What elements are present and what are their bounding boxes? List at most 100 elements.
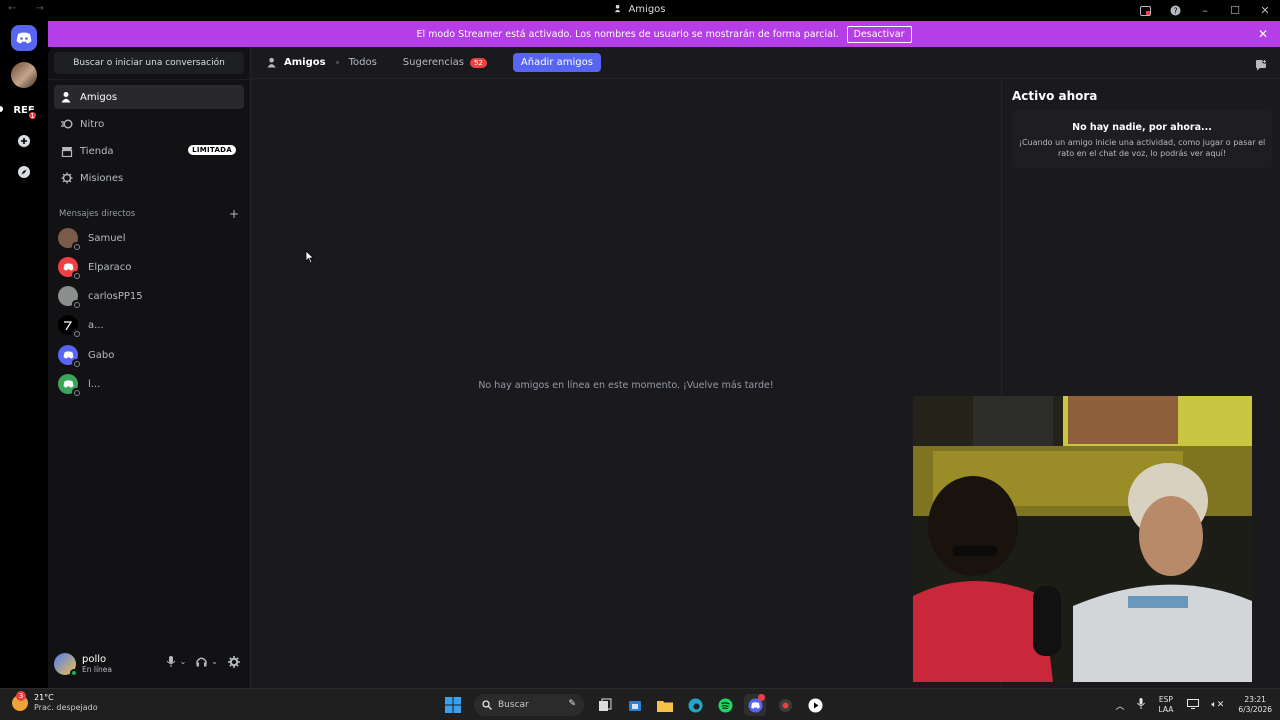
window-title: Amigos <box>0 4 1280 15</box>
friends-icon <box>267 57 276 68</box>
dm-item-carlospp15[interactable]: carlosPP15 <box>58 283 244 309</box>
dm-name: a... <box>88 319 104 331</box>
discord-home-button[interactable] <box>11 25 37 51</box>
mic-options-chevron-icon[interactable]: ⌄ <box>180 657 187 671</box>
language-code: ESP <box>1158 695 1173 704</box>
dm-item-a[interactable]: a... <box>58 312 244 338</box>
close-window-icon[interactable]: ✕ <box>1250 4 1280 17</box>
sidebar-item-label: Misiones <box>80 172 124 184</box>
svg-text:?: ? <box>1173 7 1177 16</box>
friends-icon <box>615 4 621 13</box>
weather-sun-icon: 3 <box>12 691 28 711</box>
sidebar-item-label: Nitro <box>80 118 105 130</box>
file-explorer-icon[interactable] <box>654 694 676 716</box>
suggestions-count-badge: 52 <box>469 57 487 68</box>
tray-microphone-icon[interactable] <box>1136 698 1145 712</box>
sidebar-item-nitro[interactable]: Nitro <box>54 112 244 136</box>
avatar <box>58 257 80 279</box>
discord-taskbar-icon[interactable] <box>744 694 766 716</box>
dm-item-gabo[interactable]: Gabo <box>58 342 244 368</box>
dm-name: Samuel <box>88 232 126 244</box>
inbox-icon[interactable] <box>1130 5 1160 16</box>
discord-logo-icon <box>63 263 73 271</box>
new-group-dm-icon[interactable] <box>1255 56 1267 75</box>
windows-start-icon[interactable] <box>442 694 464 716</box>
weather-widget[interactable]: 3 21°C Prac. despejado <box>12 691 98 713</box>
user-panel: pollo En línea ⌄ ⌄ <box>54 647 244 681</box>
offline-status-icon <box>72 359 80 367</box>
limited-tag: LIMITADA <box>188 145 236 155</box>
friends-header-title: Amigos <box>284 57 326 68</box>
avatar <box>58 374 80 396</box>
recording-app-icon[interactable] <box>774 694 796 716</box>
audio-options-chevron-icon[interactable]: ⌄ <box>211 657 218 671</box>
help-icon[interactable]: ? <box>1160 5 1190 16</box>
keyboard-layout: LAA <box>1158 705 1174 714</box>
spotify-icon[interactable] <box>714 694 736 716</box>
settings-gear-icon[interactable] <box>228 656 240 671</box>
media-player-icon[interactable] <box>804 694 826 716</box>
sidebar-item-quests[interactable]: Misiones <box>54 166 244 190</box>
direct-messages-label: Mensajes directos <box>59 209 136 219</box>
user-controls: ⌄ ⌄ <box>166 656 240 671</box>
offline-status-icon <box>72 242 80 250</box>
clock-date: 6/3/2026 <box>1238 705 1272 714</box>
offline-status-icon <box>72 388 80 396</box>
active-now-empty-card: No hay nadie, por ahora... ¡Cuando un am… <box>1012 110 1272 168</box>
user-avatar[interactable] <box>54 653 78 677</box>
add-server-button[interactable] <box>11 128 37 154</box>
windows-taskbar: 3 21°C Prac. despejado Buscar ✎ ︿ ESP LA… <box>0 688 1280 720</box>
microphone-icon[interactable] <box>166 656 176 671</box>
discord-app-window: ← → Amigos ? – ☐ ✕ REF 1 El modo Streame… <box>0 0 1280 688</box>
dm-name: carlosPP15 <box>88 290 143 302</box>
user-name: pollo <box>82 654 107 665</box>
sidebar-item-shop[interactable]: Tienda LIMITADA <box>54 139 244 163</box>
store-icon[interactable] <box>624 694 646 716</box>
user-info[interactable]: pollo En línea <box>82 654 112 674</box>
search-icon <box>482 700 492 710</box>
explore-button[interactable] <box>11 159 37 185</box>
tab-all[interactable]: Todos <box>349 57 377 68</box>
server-avatar[interactable] <box>11 62 37 88</box>
add-friend-button[interactable]: Añadir amigos <box>512 53 601 72</box>
window-controls: ? – ☐ ✕ <box>1130 0 1280 21</box>
taskbar-search-label: Buscar <box>498 700 529 710</box>
friends-top-bar: Amigos Todos Sugerencias 52 Añadir amigo… <box>251 47 1280 79</box>
plus-circle-icon <box>18 135 30 147</box>
compass-icon <box>18 166 30 178</box>
volume-muted-icon[interactable]: 🔈︎✕ <box>1211 700 1224 710</box>
avatar <box>58 228 80 250</box>
weather-alert-badge: 3 <box>16 691 26 701</box>
network-icon[interactable] <box>1187 698 1200 712</box>
sidebar-divider <box>48 79 250 80</box>
dm-item-l[interactable]: l... <box>58 371 244 397</box>
system-tray: ︿ ESP LAA 🔈︎✕ 23:21 6/3/2026 <box>1110 693 1280 717</box>
tab-suggestions[interactable]: Sugerencias 52 <box>403 57 487 68</box>
direct-messages-header: Mensajes directos + <box>59 207 239 221</box>
dm-name: Elparaco <box>88 261 132 273</box>
deactivate-streamer-button[interactable]: Desactivar <box>846 25 912 43</box>
maximize-icon[interactable]: ☐ <box>1220 4 1250 17</box>
offline-status-icon <box>72 300 80 308</box>
dm-item-elparaco[interactable]: Elparaco <box>58 254 244 280</box>
edge-browser-icon[interactable] <box>684 694 706 716</box>
taskbar-search-box[interactable]: Buscar ✎ <box>474 694 584 716</box>
active-now-empty-description: ¡Cuando un amigo inicie una actividad, c… <box>1018 138 1266 158</box>
dm-item-samuel[interactable]: Samuel <box>58 225 244 251</box>
sidebar-item-friends[interactable]: Amigos <box>54 85 244 109</box>
tray-overflow-chevron-icon[interactable]: ︿ <box>1116 699 1125 712</box>
title-bar: ← → Amigos ? – ☐ ✕ <box>0 0 1280 21</box>
task-view-icon[interactable] <box>594 694 616 716</box>
headphones-icon[interactable] <box>196 656 207 671</box>
keyboard-language[interactable]: ESP LAA <box>1159 695 1174 715</box>
webcam-overlay <box>913 396 1252 682</box>
create-dm-icon[interactable]: + <box>229 207 239 221</box>
close-banner-icon[interactable]: ✕ <box>1258 27 1268 41</box>
search-highlight-icon: ✎ <box>568 699 576 709</box>
streamer-mode-banner: El modo Streamer está activado. Los nomb… <box>48 21 1280 47</box>
minimize-icon[interactable]: – <box>1190 4 1220 17</box>
banner-message: El modo Streamer está activado. Los nomb… <box>416 28 839 40</box>
find-conversation-button[interactable]: Buscar o iniciar una conversación <box>54 52 244 74</box>
taskbar-clock[interactable]: 23:21 6/3/2026 <box>1238 695 1272 715</box>
server-ref-badge: 1 <box>27 110 38 121</box>
